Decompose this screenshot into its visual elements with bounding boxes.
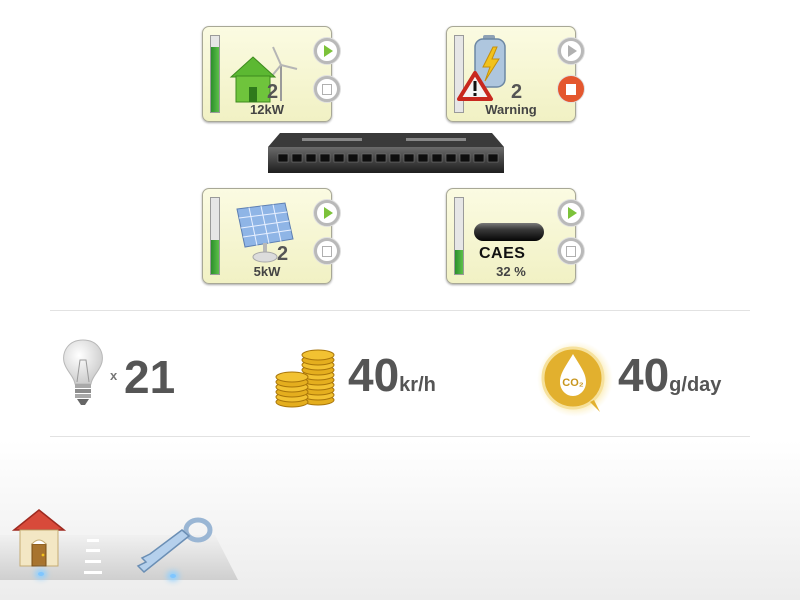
switch-port [361,153,373,163]
wind-turbine-house-icon [229,46,298,103]
play-button[interactable] [558,200,584,226]
play-icon [324,45,333,57]
switch-port [277,153,289,163]
stop-icon [322,83,332,95]
device-count: 2 [277,243,289,265]
device-charge-label: 32 % [496,264,526,279]
switch-port [487,153,499,163]
caes-card[interactable]: CAES 32 % [446,188,584,284]
switch-port [431,153,443,163]
coin [301,349,335,361]
wind-house-card[interactable]: 2 12kW [202,26,340,122]
switch-port [319,153,331,163]
play-button[interactable] [314,200,340,226]
stop-button[interactable] [558,76,584,102]
switch-port [333,153,345,163]
play-button[interactable] [314,38,340,64]
stop-icon [566,83,576,95]
network-switch-icon [268,133,504,173]
play-icon [568,45,577,57]
nav-track [84,539,102,574]
compressed-air-tank-icon [474,223,544,241]
stop-button[interactable] [314,76,340,102]
coin [275,371,309,383]
co2-unit: g/day [669,374,722,396]
cost-number: 40 [348,349,400,401]
cost-unit: kr/h [399,374,436,396]
stop-icon [322,245,332,257]
coins-icon [275,349,335,408]
home-active-indicator [38,572,44,576]
co2-value: 40g/day [618,352,721,398]
home-icon[interactable] [12,508,66,570]
device-count: 2 [511,81,523,103]
stop-icon [566,245,576,257]
light-bulb-icon [63,339,103,405]
battery-card[interactable]: 2 Warning [446,26,584,122]
play-icon [324,207,333,219]
co2-badge-text: CO₂ [562,377,584,389]
device-power-label: 5kW [253,264,281,279]
device-power-label: 12kW [250,102,284,117]
bulb-count: 21 [124,351,176,403]
co2-number: 40 [618,349,670,401]
switch-port [403,153,415,163]
cost-value: 40kr/h [348,352,436,398]
divider-bottom [50,436,750,437]
key-indicator [170,574,176,578]
switch-port [347,153,359,163]
play-icon [568,207,577,219]
switch-port [417,153,429,163]
battery-warning-icon [457,35,506,101]
switch-port [305,153,317,163]
play-button[interactable] [558,38,584,64]
stop-button[interactable] [314,238,340,264]
device-count: 2 [267,81,279,103]
divider-top [50,310,750,311]
switch-port [473,153,485,163]
co2-drop-icon: CO₂ [537,341,613,417]
switch-port [291,153,303,163]
switch-port [389,153,401,163]
key-icon[interactable] [134,516,214,576]
switch-port [459,153,471,163]
device-title: CAES [479,245,526,262]
switch-port [375,153,387,163]
solar-card[interactable]: 2 5kW [202,188,340,284]
stop-button[interactable] [558,238,584,264]
device-status-label: Warning [485,102,537,117]
bulb-multiplier: x [110,368,118,383]
switch-port [445,153,457,163]
